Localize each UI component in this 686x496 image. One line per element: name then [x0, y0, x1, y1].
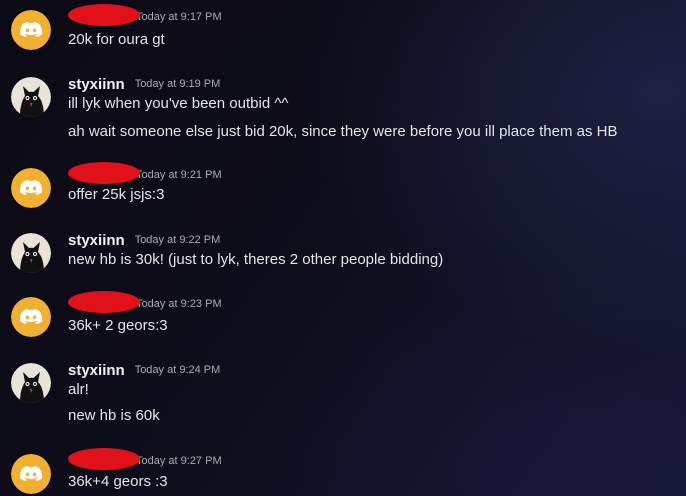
- message-text: alr!: [68, 381, 89, 398]
- message-header: styxiinn Today at 9:24 PM: [68, 359, 220, 381]
- message-author[interactable]: styxiinn: [68, 232, 125, 249]
- discord-logo-icon[interactable]: [11, 297, 51, 337]
- redacted-username: [68, 291, 140, 313]
- redacted-username: [68, 162, 140, 184]
- message-text: ill lyk when you've been outbid ^^: [68, 95, 289, 112]
- message-header: styxiinn Today at 9:22 PM: [68, 229, 220, 251]
- message-timestamp[interactable]: Today at 9:22 PM: [135, 234, 221, 246]
- message-timestamp[interactable]: Today at 9:19 PM: [135, 78, 221, 90]
- chat-message-list: Today at 9:17 PM 20k for oura gt styxiin…: [0, 0, 686, 496]
- discord-logo-icon[interactable]: [11, 168, 51, 208]
- message-timestamp[interactable]: Today at 9:27 PM: [136, 455, 222, 467]
- discord-logo-icon[interactable]: [11, 10, 51, 50]
- message-timestamp[interactable]: Today at 9:23 PM: [136, 298, 222, 310]
- black-cat-avatar[interactable]: [11, 77, 51, 117]
- discord-logo-icon[interactable]: [11, 454, 51, 494]
- message-text: 36k+ 2 geors:3: [68, 317, 168, 334]
- message-text: new hb is 30k! (just to lyk, theres 2 ot…: [68, 251, 444, 268]
- message-header: styxiinn Today at 9:19 PM: [68, 73, 220, 95]
- message-header: Today at 9:23 PM: [68, 291, 222, 315]
- message-timestamp[interactable]: Today at 9:21 PM: [136, 169, 222, 181]
- redacted-username: [68, 4, 140, 26]
- message-header: Today at 9:17 PM: [68, 4, 222, 28]
- message-text: new hb is 60k: [68, 407, 160, 424]
- black-cat-avatar[interactable]: [11, 233, 51, 273]
- message-timestamp[interactable]: Today at 9:24 PM: [135, 364, 221, 376]
- message-author[interactable]: styxiinn: [68, 76, 125, 93]
- message-header: Today at 9:21 PM: [68, 162, 222, 186]
- message-text: 20k for oura gt: [68, 31, 165, 48]
- message-text: offer 25k jsjs:3: [68, 186, 165, 203]
- message-text: ah wait someone else just bid 20k, since…: [68, 123, 618, 140]
- redacted-username: [68, 448, 140, 470]
- message-text: 36k+4 geors :3: [68, 473, 168, 490]
- message-timestamp[interactable]: Today at 9:17 PM: [136, 11, 222, 23]
- message-header: Today at 9:27 PM: [68, 448, 222, 472]
- message-author[interactable]: styxiinn: [68, 362, 125, 379]
- black-cat-avatar[interactable]: [11, 363, 51, 403]
